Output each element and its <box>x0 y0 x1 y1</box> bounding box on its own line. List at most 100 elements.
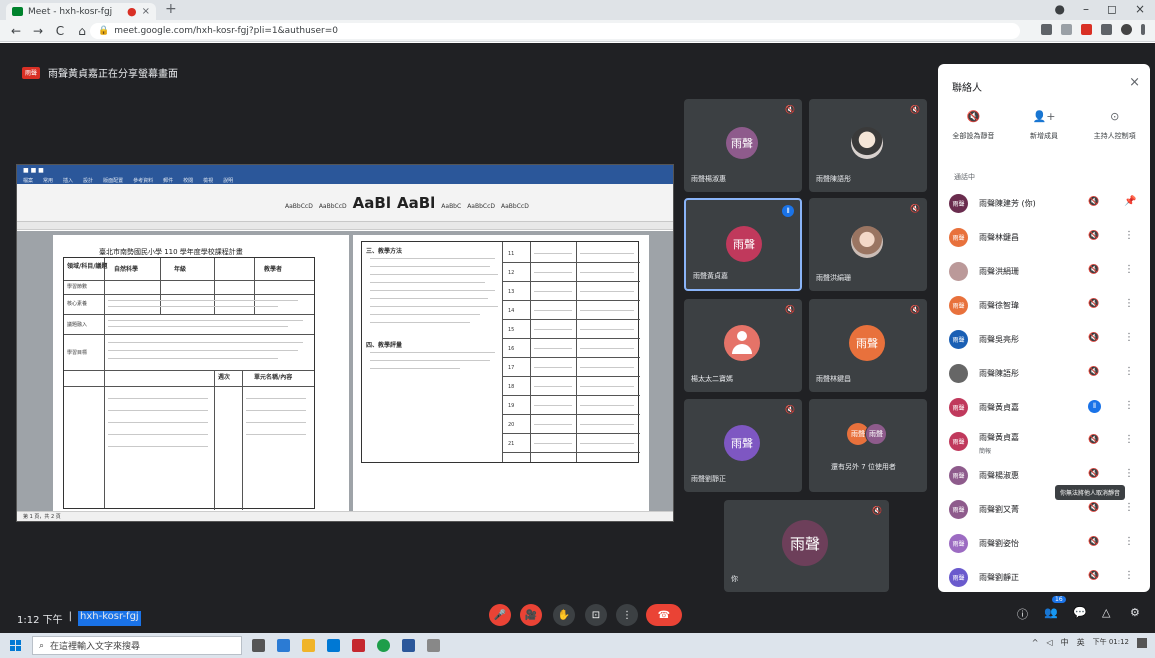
mic-off-icon[interactable]: 🔇 <box>1088 299 1099 309</box>
mic-off-icon[interactable]: 🔇 <box>1088 469 1099 479</box>
task-view-icon[interactable] <box>252 639 265 652</box>
pin-icon[interactable]: 📌 <box>1124 196 1136 207</box>
style-sample[interactable]: AaBl <box>353 194 391 212</box>
style-sample[interactable]: AaBbCcD <box>467 203 495 210</box>
meeting-details-icon[interactable]: ⓘ <box>1017 606 1028 622</box>
participant-row[interactable]: 雨聲 雨聲劉靜正 🔇 ⋮ <box>938 560 1150 594</box>
store-icon[interactable] <box>327 639 340 652</box>
word-menu-item[interactable]: 郵件 <box>163 177 173 184</box>
participant-tile[interactable]: 雨聲 🔇 雨聲劉靜正 <box>684 399 802 492</box>
participant-row[interactable]: 雨聲 雨聲陳建芳 (你) 🔇 📌 <box>938 186 1150 220</box>
mic-off-icon[interactable]: 🔇 <box>1088 367 1099 377</box>
shared-screen[interactable]: ■ ■ ■ 檔案 常用 插入 設計 版面配置 參考資料 郵件 校閱 檢視 說明 AaBbCcD Aa… <box>16 164 674 522</box>
self-view-tile[interactable]: 雨聲 🔇 你 <box>724 500 889 592</box>
more-options-icon[interactable]: ⋮ <box>1124 536 1134 547</box>
windows-start-button[interactable] <box>10 640 22 652</box>
word-menu-item[interactable]: 校閱 <box>183 177 193 184</box>
participant-tile[interactable]: 🔇 雨聲陳語彤 <box>809 99 927 192</box>
app-icon[interactable] <box>427 639 440 652</box>
chat-icon[interactable]: 💬 <box>1073 606 1087 619</box>
style-sample[interactable]: AaBbCcD <box>285 203 313 210</box>
more-options-icon[interactable]: ⋮ <box>1124 264 1134 275</box>
mic-off-icon[interactable]: 🔇 <box>1088 435 1099 445</box>
more-options-icon[interactable]: ⋮ <box>1124 502 1134 513</box>
back-button[interactable]: ← <box>10 24 22 38</box>
participant-row[interactable]: 雨聲 雨聲徐智瑋 🔇 ⋮ <box>938 288 1150 322</box>
style-sample[interactable]: AaBbCcD <box>319 203 347 210</box>
key-icon[interactable] <box>1041 24 1052 35</box>
participant-row[interactable]: 雨聲 雨聲林鍵昌 🔇 ⋮ <box>938 220 1150 254</box>
word-menu-item[interactable]: 說明 <box>223 177 233 184</box>
more-options-icon[interactable]: ⋮ <box>1124 230 1134 241</box>
volume-icon[interactable]: ◁ <box>1046 638 1052 647</box>
mic-off-icon[interactable]: 🔇 <box>1088 197 1099 207</box>
chrome-icon[interactable] <box>377 639 390 652</box>
word-menu-item[interactable]: 設計 <box>83 177 93 184</box>
speaking-indicator-icon[interactable]: ⦀ <box>1088 400 1101 413</box>
word-menu-item[interactable]: 常用 <box>43 177 53 184</box>
language-icon[interactable]: 英 <box>1077 637 1085 648</box>
taskbar-clock[interactable]: 下午 01:12 <box>1093 638 1129 647</box>
people-icon[interactable]: 👥 <box>1044 606 1058 619</box>
reload-button[interactable]: C <box>54 24 66 38</box>
browser-tab[interactable]: Meet - hxh-kosr-fgj ● × <box>6 3 156 20</box>
more-options-icon[interactable]: ⋮ <box>1124 434 1134 445</box>
tab-close-icon[interactable]: × <box>142 6 150 17</box>
star-icon[interactable] <box>1061 24 1072 35</box>
present-button[interactable]: ⊡ <box>585 604 607 626</box>
mic-off-icon[interactable]: 🔇 <box>1088 265 1099 275</box>
mic-toggle-button[interactable]: 🎤 <box>489 604 511 626</box>
more-options-icon[interactable]: ⋮ <box>1124 400 1134 411</box>
browser-menu-icon[interactable] <box>1141 24 1145 35</box>
raise-hand-button[interactable]: ✋ <box>553 604 575 626</box>
mic-off-icon[interactable]: 🔇 <box>1088 571 1099 581</box>
host-controls-button[interactable]: ⊙ 主持人控制項 <box>1079 110 1150 156</box>
word-menu-item[interactable]: 版面配置 <box>103 177 123 184</box>
participant-tile[interactable]: 雨聲 🔇 雨聲林鍵昌 <box>809 299 927 392</box>
participant-row[interactable]: 雨聲 雨聲劉姿怡 🔇 ⋮ <box>938 526 1150 560</box>
extension-red-icon[interactable] <box>1081 24 1092 35</box>
style-sample[interactable]: AaBbCcD <box>501 203 529 210</box>
close-panel-button[interactable]: × <box>1129 75 1140 90</box>
style-sample[interactable]: AaBl <box>397 194 435 212</box>
tray-expand-icon[interactable]: ^ <box>1032 638 1039 647</box>
participant-row[interactable]: 雨聲 雨聲吳亮彤 🔇 ⋮ <box>938 322 1150 356</box>
minimize-button[interactable]: – <box>1083 2 1089 16</box>
participant-tile[interactable]: 🔇 楊太太二寶媽 <box>684 299 802 392</box>
more-options-icon[interactable]: ⋮ <box>1124 468 1134 479</box>
participant-tile-active-speaker[interactable]: 雨聲 ⦀ 雨聲黃貞嘉 <box>684 198 802 291</box>
host-controls-icon[interactable]: ⚙ <box>1130 606 1140 619</box>
word-menu-item[interactable]: 參考資料 <box>133 177 153 184</box>
more-options-icon[interactable]: ⋮ <box>1124 298 1134 309</box>
profile-avatar[interactable] <box>1121 24 1132 35</box>
mic-off-icon[interactable]: 🔇 <box>1088 333 1099 343</box>
participant-row[interactable]: 雨聲 雨聲黃貞嘉 簡報 🔇 ⋮ <box>938 424 1150 458</box>
mute-all-button[interactable]: 🔇 全部設為靜音 <box>938 110 1009 156</box>
style-sample[interactable]: AaBbC <box>441 203 461 210</box>
activities-icon[interactable]: △ <box>1102 606 1110 619</box>
file-explorer-icon[interactable] <box>302 639 315 652</box>
participant-row[interactable]: 雨聲洪絹珊 🔇 ⋮ <box>938 254 1150 288</box>
mic-off-icon[interactable]: 🔇 <box>1088 503 1099 513</box>
end-call-button[interactable]: ☎ <box>646 604 682 626</box>
profile-dot-icon[interactable]: ● <box>1054 2 1064 16</box>
participant-row[interactable]: 雨聲陳語彤 🔇 ⋮ <box>938 356 1150 390</box>
more-options-icon[interactable]: ⋮ <box>1124 332 1134 343</box>
add-people-button[interactable]: 👤+ 新增成員 <box>1009 110 1080 156</box>
puzzle-icon[interactable] <box>1101 24 1112 35</box>
word-menu-item[interactable]: 檔案 <box>23 177 33 184</box>
acrobat-icon[interactable] <box>352 639 365 652</box>
more-options-button[interactable]: ⋮ <box>616 604 638 626</box>
edge-icon[interactable] <box>277 639 290 652</box>
camera-toggle-button[interactable]: 🎥 <box>520 604 542 626</box>
notification-icon[interactable] <box>1137 637 1147 648</box>
forward-button[interactable]: → <box>32 24 44 38</box>
new-tab-button[interactable]: + <box>165 1 177 17</box>
maximize-button[interactable]: ◻ <box>1107 2 1117 16</box>
word-menu-item[interactable]: 檢視 <box>203 177 213 184</box>
url-field[interactable]: 🔒 meet.google.com/hxh-kosr-fgj?pli=1&aut… <box>90 23 1020 39</box>
participant-tile[interactable]: 🔇 雨聲洪絹珊 <box>809 198 927 291</box>
participant-tile[interactable]: 雨聲 🔇 雨聲楊淑惠 <box>684 99 802 192</box>
word-icon[interactable] <box>402 639 415 652</box>
more-participants-tile[interactable]: 雨聲 雨聲 還有另外 7 位使用者 <box>809 399 927 492</box>
